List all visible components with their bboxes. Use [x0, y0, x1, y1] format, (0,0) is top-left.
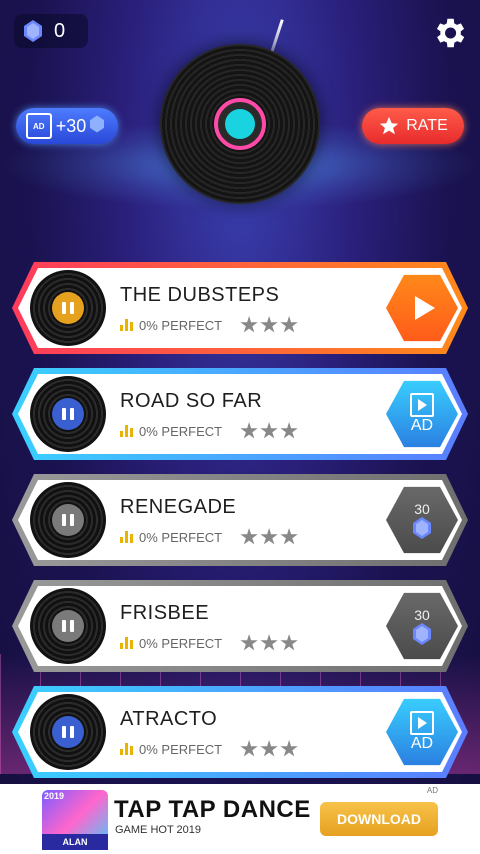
ad-banner[interactable]: 2019 ALAN WALKER TAP TAP DANCE GAME HOT … — [0, 784, 480, 854]
star-icon — [260, 740, 278, 757]
song-progress: 0% — [139, 423, 158, 439]
star-icon — [280, 528, 298, 545]
pause-icon — [52, 398, 84, 430]
song-disc-pause-button[interactable] — [30, 588, 106, 664]
bar-chart-icon — [120, 531, 133, 543]
bar-chart-icon — [120, 637, 133, 649]
song-title: RENEGADE — [120, 496, 237, 518]
video-ad-icon — [410, 393, 434, 417]
ad-subtitle: GAME HOT 2019 — [115, 824, 201, 836]
star-rating — [240, 528, 298, 546]
song-progress: 0% — [139, 529, 158, 545]
bar-chart-icon — [120, 425, 133, 437]
song-ad-label: AD — [410, 735, 434, 752]
song-row[interactable]: ATRACTO 0% PERFECT AD — [12, 686, 468, 778]
gem-count: 0 — [54, 19, 66, 42]
bar-chart-icon — [120, 319, 133, 331]
settings-gear-icon[interactable] — [430, 14, 468, 52]
song-title: THE DUBSTEPS — [120, 284, 280, 306]
star-icon — [260, 634, 278, 651]
star-icon — [260, 316, 278, 333]
star-icon — [260, 528, 278, 545]
video-ad-icon — [410, 711, 434, 735]
star-icon — [240, 740, 258, 757]
song-ad-label: AD — [410, 417, 434, 434]
song-progress: 0% — [139, 317, 158, 333]
gem-icon — [413, 623, 431, 645]
song-disc-pause-button[interactable] — [30, 694, 106, 770]
gem-icon — [413, 517, 431, 539]
app-root: 0 AD +30 RATE THE DUBSTEPS 0% PERFECT RO… — [0, 0, 480, 854]
star-icon — [240, 528, 258, 545]
star-icon — [280, 316, 298, 333]
song-disc-pause-button[interactable] — [30, 482, 106, 558]
song-stats: 0% PERFECT — [120, 422, 298, 440]
song-progress: 0% — [139, 741, 158, 757]
rate-button[interactable]: RATE — [362, 108, 464, 144]
song-title: ROAD SO FAR — [120, 390, 263, 412]
song-stats: 0% PERFECT — [120, 740, 298, 758]
gem-counter: 0 — [14, 14, 88, 48]
ad-app-caption: ALAN WALKER — [42, 834, 108, 854]
gem-icon — [24, 20, 42, 42]
play-icon — [415, 296, 435, 320]
song-stats: 0% PERFECT — [120, 316, 298, 334]
star-icon — [240, 422, 258, 439]
ad-tag: AD — [426, 786, 438, 795]
song-row[interactable]: THE DUBSTEPS 0% PERFECT — [12, 262, 468, 354]
pause-icon — [52, 610, 84, 642]
star-icon — [380, 116, 399, 135]
ad-app-year: 2019 — [44, 791, 65, 801]
song-price: 30 — [414, 501, 430, 517]
rate-label: RATE — [406, 117, 448, 134]
main-vinyl-disc — [160, 44, 320, 204]
star-icon — [280, 422, 298, 439]
song-stats: 0% PERFECT — [120, 528, 298, 546]
headphones-logo-icon — [214, 98, 266, 150]
watch-ad-reward-button[interactable]: AD +30 — [16, 108, 118, 144]
ad-app-icon: 2019 ALAN WALKER — [42, 790, 108, 854]
star-rating — [240, 634, 298, 652]
gem-icon — [90, 115, 108, 137]
star-icon — [240, 316, 258, 333]
song-stats: 0% PERFECT — [120, 634, 298, 652]
song-disc-pause-button[interactable] — [30, 376, 106, 452]
song-row[interactable]: ROAD SO FAR 0% PERFECT AD — [12, 368, 468, 460]
song-perfect-label: PERFECT — [161, 317, 223, 333]
ad-icon: AD — [25, 113, 52, 139]
song-disc-pause-button[interactable] — [30, 270, 106, 346]
download-button[interactable]: DOWNLOAD — [320, 802, 438, 836]
star-icon — [280, 634, 298, 651]
star-rating — [240, 422, 298, 440]
song-row[interactable]: FRISBEE 0% PERFECT 30 — [12, 580, 468, 672]
star-icon — [280, 740, 298, 757]
bar-chart-icon — [120, 743, 133, 755]
song-title: FRISBEE — [120, 602, 210, 624]
song-title: ATRACTO — [120, 708, 218, 730]
song-perfect-label: PERFECT — [161, 741, 223, 757]
star-rating — [240, 316, 298, 334]
song-price: 30 — [414, 607, 430, 623]
star-icon — [260, 422, 278, 439]
song-perfect-label: PERFECT — [161, 635, 223, 651]
ad-reward-amount: +30 — [55, 115, 87, 136]
star-rating — [240, 740, 298, 758]
song-row[interactable]: RENEGADE 0% PERFECT 30 — [12, 474, 468, 566]
pause-icon — [52, 504, 84, 536]
pause-icon — [52, 716, 84, 748]
song-progress: 0% — [139, 635, 158, 651]
ad-title: TAP TAP DANCE — [114, 796, 311, 823]
song-perfect-label: PERFECT — [161, 529, 223, 545]
star-icon — [240, 634, 258, 651]
pause-icon — [52, 292, 84, 324]
song-perfect-label: PERFECT — [161, 423, 223, 439]
